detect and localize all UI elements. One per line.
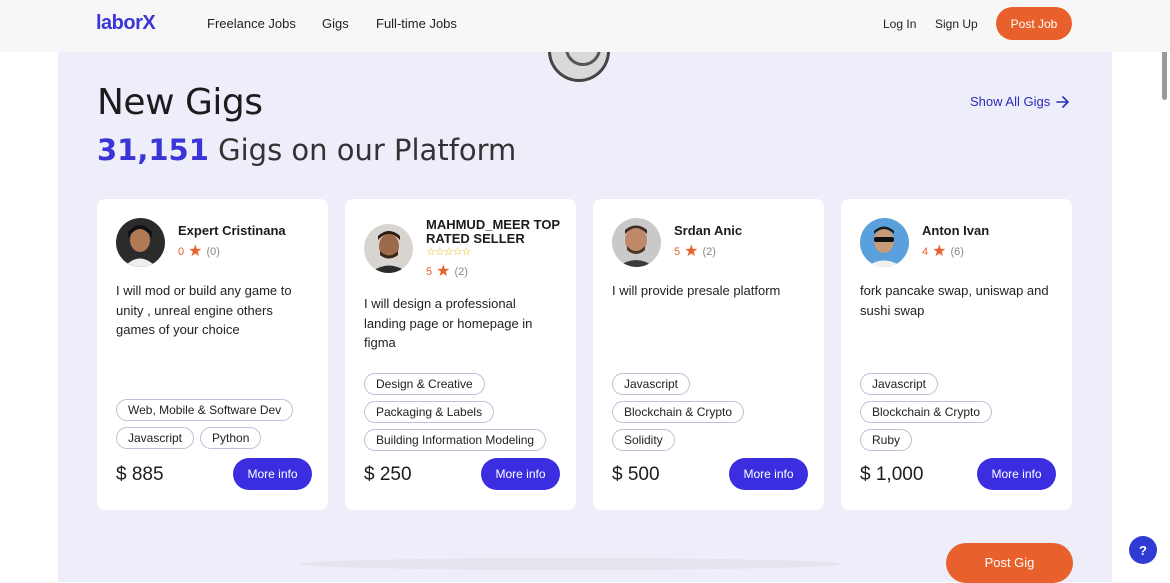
gig-tags: Design & Creative Packaging & Labels Bui… — [364, 373, 569, 451]
avatar — [364, 224, 413, 273]
five-star-badge-icon: ☆☆☆☆☆ — [426, 246, 471, 258]
review-count: (2) — [702, 246, 716, 258]
review-count: (2) — [454, 266, 468, 278]
gig-tag[interactable]: Javascript — [116, 427, 195, 449]
star-icon: ★ — [188, 243, 203, 260]
seller-name[interactable]: MAHMUD_MEER TOP RATED SELLER — [426, 218, 566, 246]
seller-name[interactable]: Expert Cristinana — [178, 224, 318, 238]
gig-card[interactable]: Expert Cristinana 0 ★ (0) I will mod or … — [97, 199, 328, 510]
gig-price: $ 250 — [364, 464, 412, 485]
gig-card[interactable]: Srdan Anic 5 ★ (2) I will provide presal… — [593, 199, 824, 510]
gig-tags: Web, Mobile & Software Dev Javascript Py… — [116, 399, 316, 449]
seller-rating: 4 ★ (6) — [922, 243, 964, 260]
help-button[interactable]: ? — [1129, 536, 1157, 564]
gig-tag[interactable]: Python — [200, 427, 262, 449]
laborx-logo[interactable]: laborX — [96, 12, 156, 35]
gig-card[interactable]: Anton Ivan 4 ★ (6) fork pancake swap, un… — [841, 199, 1072, 510]
rating-value: 0 — [178, 246, 185, 258]
gig-description: I will mod or build any game to unity , … — [116, 283, 292, 337]
gig-description: I will provide presale platform — [612, 283, 781, 298]
arrow-right-icon — [1056, 95, 1070, 108]
rating-value: 5 — [426, 266, 433, 278]
more-info-button[interactable]: More info — [233, 458, 312, 490]
gig-price: $ 500 — [612, 464, 660, 485]
gig-tags: Javascript Blockchain & Crypto Solidity — [612, 373, 772, 451]
seller-rating: 5 ★ (2) — [426, 263, 468, 280]
gig-description: fork pancake swap, uniswap and sushi swa… — [860, 283, 1049, 318]
review-count: (0) — [206, 246, 220, 258]
avatar — [612, 218, 661, 267]
section-title: New Gigs — [97, 82, 263, 123]
rating-value: 5 — [674, 246, 681, 258]
seller-rating: 5 ★ (2) — [674, 243, 716, 260]
gig-tag[interactable]: Blockchain & Crypto — [860, 401, 993, 423]
gig-count-heading: 31,151 Gigs on our Platform — [97, 133, 516, 167]
star-icon: ★ — [932, 243, 947, 260]
gig-card[interactable]: MAHMUD_MEER TOP RATED SELLER ☆☆☆☆☆ 5 ★ (… — [345, 199, 576, 510]
review-count: (6) — [950, 246, 964, 258]
login-link[interactable]: Log In — [883, 17, 916, 31]
gig-tag[interactable]: Blockchain & Crypto — [612, 401, 745, 423]
seller-name[interactable]: Anton Ivan — [922, 224, 1062, 238]
star-icon: ★ — [436, 263, 451, 280]
nav-freelance-jobs[interactable]: Freelance Jobs — [207, 16, 296, 31]
gig-tag[interactable]: Javascript — [612, 373, 691, 395]
gig-tag[interactable]: Ruby — [860, 429, 913, 451]
avatar — [116, 218, 165, 267]
decorative-shadow — [300, 558, 840, 570]
gig-price: $ 885 — [116, 464, 164, 485]
gig-tag[interactable]: Solidity — [612, 429, 675, 451]
post-job-button[interactable]: Post Job — [996, 7, 1072, 40]
gig-tag[interactable]: Packaging & Labels — [364, 401, 495, 423]
nav-gigs[interactable]: Gigs — [322, 16, 349, 31]
avatar — [860, 218, 909, 267]
show-all-gigs-label: Show All Gigs — [970, 94, 1051, 109]
scrollbar-thumb[interactable] — [1162, 48, 1167, 100]
show-all-gigs-link[interactable]: Show All Gigs — [970, 94, 1070, 109]
gig-description: I will design a professional landing pag… — [364, 296, 533, 350]
gig-price: $ 1,000 — [860, 464, 924, 485]
gig-tag[interactable]: Design & Creative — [364, 373, 485, 395]
seller-name[interactable]: Srdan Anic — [674, 224, 814, 238]
gig-tag[interactable]: Building Information Modeling — [364, 429, 547, 451]
gig-count-label: Gigs on our Platform — [218, 133, 517, 167]
seller-rating: 0 ★ (0) — [178, 243, 220, 260]
signup-link[interactable]: Sign Up — [935, 17, 978, 31]
gig-count: 31,151 — [97, 133, 209, 167]
gig-tag[interactable]: Javascript — [860, 373, 939, 395]
nav-full-time-jobs[interactable]: Full-time Jobs — [376, 16, 457, 31]
more-info-button[interactable]: More info — [481, 458, 560, 490]
post-gig-button[interactable]: Post Gig — [946, 543, 1073, 583]
gig-tag[interactable]: Web, Mobile & Software Dev — [116, 399, 294, 421]
gig-tags: Javascript Blockchain & Crypto Ruby — [860, 373, 1020, 451]
more-info-button[interactable]: More info — [977, 458, 1056, 490]
more-info-button[interactable]: More info — [729, 458, 808, 490]
top-navbar: laborX Freelance Jobs Gigs Full-time Job… — [0, 0, 1170, 52]
star-icon: ★ — [684, 243, 699, 260]
rating-value: 4 — [922, 246, 929, 258]
